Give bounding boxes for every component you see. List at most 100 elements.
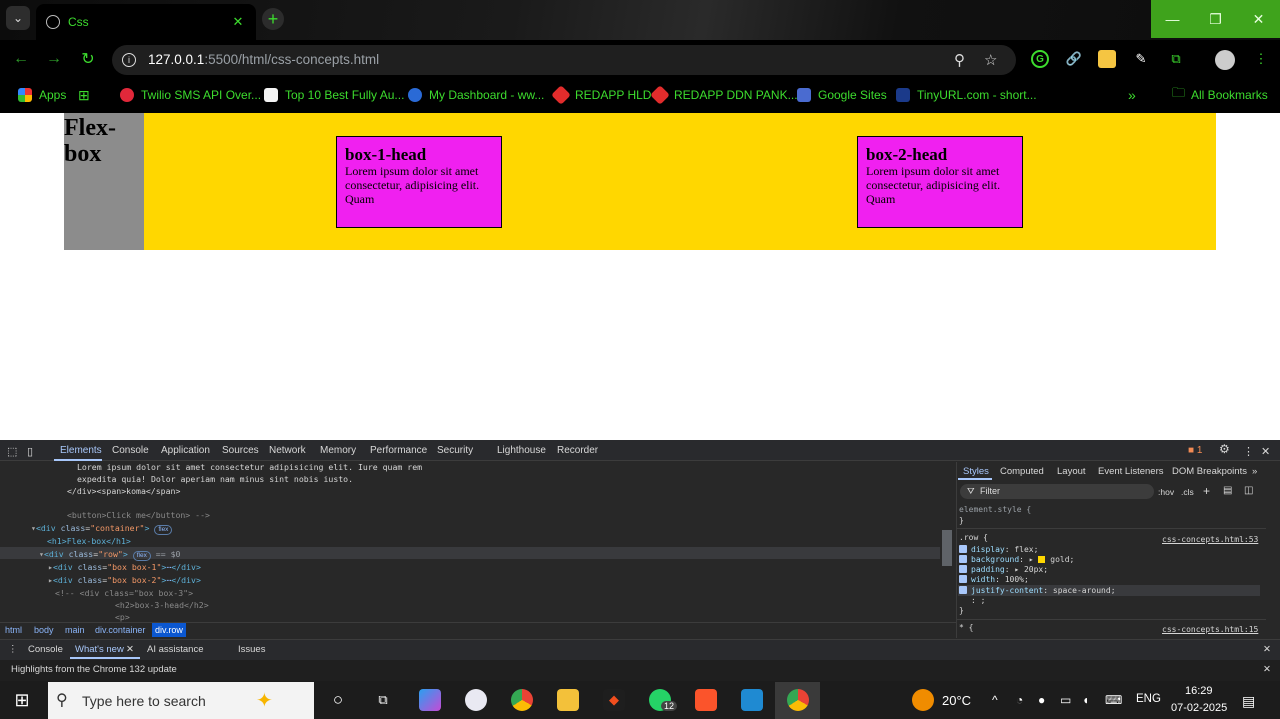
copilot-sparkle-icon[interactable]: ✦ [256, 688, 273, 713]
new-prop-input[interactable]: : ; [971, 596, 985, 605]
breadcrumb-container[interactable]: div.container [95, 625, 145, 635]
wifi-icon[interactable]: ◔ [1016, 693, 1023, 707]
checkbox-icon[interactable] [959, 545, 967, 553]
dom-container-node[interactable]: ▾<div class="container"> flex [31, 523, 173, 535]
site-info-icon[interactable]: i [122, 53, 136, 67]
app-icon[interactable] [465, 689, 487, 711]
bookmark-twilio[interactable]: Twilio SMS API Over... [120, 86, 261, 104]
settings-gear-icon[interactable]: ⚙ [1219, 442, 1230, 456]
tab-application[interactable]: Application [161, 445, 210, 456]
bookmark-top10[interactable]: Top 10 Best Fully Au... [264, 86, 404, 104]
drawer-menu-icon[interactable]: ⋮ [8, 644, 18, 655]
close-tab-icon[interactable]: ✕ [228, 14, 248, 30]
minimize-button[interactable]: — [1151, 0, 1194, 38]
address-bar[interactable]: i 127.0.0.1:5500/html/css-concepts.html … [112, 45, 1016, 75]
dom-row-node[interactable]: ▾<div class="row"> flex == $0 [39, 549, 180, 561]
tab-elements[interactable]: Elements [60, 445, 102, 456]
figma-icon[interactable]: ◆ [603, 689, 625, 711]
dom-comment-line[interactable]: <button>Click me</button> --> [67, 510, 210, 520]
volume-icon[interactable]: ◖ [1082, 693, 1089, 707]
element-style-rule[interactable]: element.style { [959, 505, 1031, 514]
tab-layout[interactable]: Layout [1057, 466, 1086, 477]
dom-h1-node[interactable]: <h1>Flex-box</h1> [47, 536, 131, 546]
notes-extension-icon[interactable] [1098, 50, 1116, 68]
notifications-icon[interactable]: ▤ [1242, 693, 1255, 710]
extensions-icon[interactable]: ⧉ [1167, 50, 1185, 68]
menu-icon[interactable]: ⋮ [1252, 50, 1270, 68]
row-rule-selector[interactable]: .row { [959, 533, 988, 542]
tab-memory[interactable]: Memory [320, 445, 356, 456]
temperature-text[interactable]: 20°C [942, 693, 971, 708]
bookmark-apps[interactable]: Apps [18, 86, 66, 104]
style-prop-padding[interactable]: padding: ▸ 20px; [959, 565, 1048, 574]
task-view-circle-icon[interactable]: ○ [327, 689, 349, 711]
flex-badge[interactable]: flex [154, 525, 173, 535]
vscode-icon[interactable] [741, 689, 763, 711]
task-view-icon[interactable]: ⧉ [372, 689, 394, 711]
keyboard-icon[interactable]: ⌨ [1105, 693, 1122, 707]
dom-line[interactable]: expedita quia! Dolor aperiam nam minus s… [77, 474, 353, 484]
clock-date[interactable]: 07-02-2025 [1171, 702, 1227, 714]
close-whats-new-icon[interactable]: ✕ [126, 644, 134, 655]
tab-computed[interactable]: Computed [1000, 466, 1044, 477]
breadcrumb-html[interactable]: html [5, 625, 22, 635]
bookmark-redapp-hld[interactable]: REDAPP HLD [551, 85, 651, 105]
breadcrumb-main[interactable]: main [65, 625, 85, 635]
tab-network[interactable]: Network [269, 445, 306, 456]
dom-comment-line[interactable]: <p> [115, 612, 130, 622]
more-tabs-icon[interactable]: » [1252, 466, 1257, 477]
tab-security[interactable]: Security [437, 445, 473, 456]
universal-rule-source-link[interactable]: css-concepts.html:15 [1162, 625, 1258, 634]
all-bookmarks[interactable]: 🗀 All Bookmarks [1172, 85, 1268, 104]
copilot-icon[interactable] [419, 689, 441, 711]
network-icon[interactable]: ● [1038, 693, 1045, 707]
bookmark-dashboard[interactable]: My Dashboard - ww... [408, 86, 544, 104]
dom-scrollbar[interactable] [940, 462, 954, 620]
cls-toggle[interactable]: .cls [1181, 487, 1194, 497]
browser-tab[interactable]: Css ✕ [36, 4, 256, 40]
forward-button[interactable]: → [44, 50, 64, 68]
bookmark-google-sites[interactable]: Google Sites [797, 86, 887, 104]
windows-start-icon[interactable]: ⊞ [11, 689, 33, 711]
new-tab-button[interactable]: + [262, 8, 284, 30]
checkbox-icon[interactable] [959, 565, 967, 573]
whatsapp-icon[interactable]: 12 [649, 689, 678, 711]
style-prop-display[interactable]: display: flex; [959, 545, 1038, 554]
new-rule-icon[interactable]: + [1203, 484, 1210, 498]
scrollbar-thumb[interactable] [942, 530, 952, 566]
drawer-tab-whats-new[interactable]: What's new [75, 644, 124, 655]
close-devtools-icon[interactable]: ✕ [1261, 445, 1270, 458]
grammarly-icon[interactable]: G [1031, 50, 1049, 68]
flex-badge[interactable]: flex [132, 551, 151, 561]
show-hidden-icons[interactable]: ^ [992, 693, 998, 707]
checkbox-icon[interactable] [959, 555, 967, 563]
tab-performance[interactable]: Performance [370, 445, 427, 456]
paint-icon[interactable]: ▤ [1223, 485, 1232, 496]
bookmark-tinyurl[interactable]: TinyURL.com - short... [896, 86, 1037, 104]
dom-comment-line[interactable]: <h2>box-3-head</h2> [115, 600, 209, 610]
weather-icon[interactable] [912, 689, 934, 711]
hov-toggle[interactable]: :hov [1158, 487, 1174, 497]
chrome-icon[interactable] [511, 689, 533, 711]
close-window-button[interactable]: ✕ [1237, 0, 1280, 38]
dom-box1-node[interactable]: ▸<div class="box box-1">⋯</div> [48, 562, 201, 572]
drawer-tab-issues[interactable]: Issues [238, 644, 265, 655]
tab-sources[interactable]: Sources [222, 445, 259, 456]
reload-button[interactable]: ↻ [78, 49, 98, 69]
row-rule-source-link[interactable]: css-concepts.html:53 [1162, 535, 1258, 544]
more-options-icon[interactable]: ⋮ [1243, 445, 1254, 458]
link-extension-icon[interactable]: 🔗 [1065, 50, 1083, 68]
device-toggle-icon[interactable]: ▯ [27, 445, 33, 458]
checkbox-icon[interactable] [959, 586, 967, 594]
sidebar-toggle-icon[interactable]: ◫ [1244, 485, 1253, 496]
style-prop-background[interactable]: background: ▸ gold; [959, 555, 1074, 564]
file-explorer-icon[interactable] [557, 689, 579, 711]
color-swatch[interactable] [1038, 556, 1046, 563]
universal-rule-selector[interactable]: * { [959, 623, 973, 632]
style-prop-justify-content[interactable]: justify-content: space-around; [959, 586, 1116, 595]
tab-styles[interactable]: Styles [963, 466, 989, 477]
zoom-icon[interactable]: ⚲ [954, 51, 965, 69]
tab-lighthouse[interactable]: Lighthouse [497, 445, 546, 456]
close-drawer-icon[interactable]: ✕ [1263, 644, 1271, 655]
tab-search-button[interactable]: ⌄ [6, 6, 30, 30]
